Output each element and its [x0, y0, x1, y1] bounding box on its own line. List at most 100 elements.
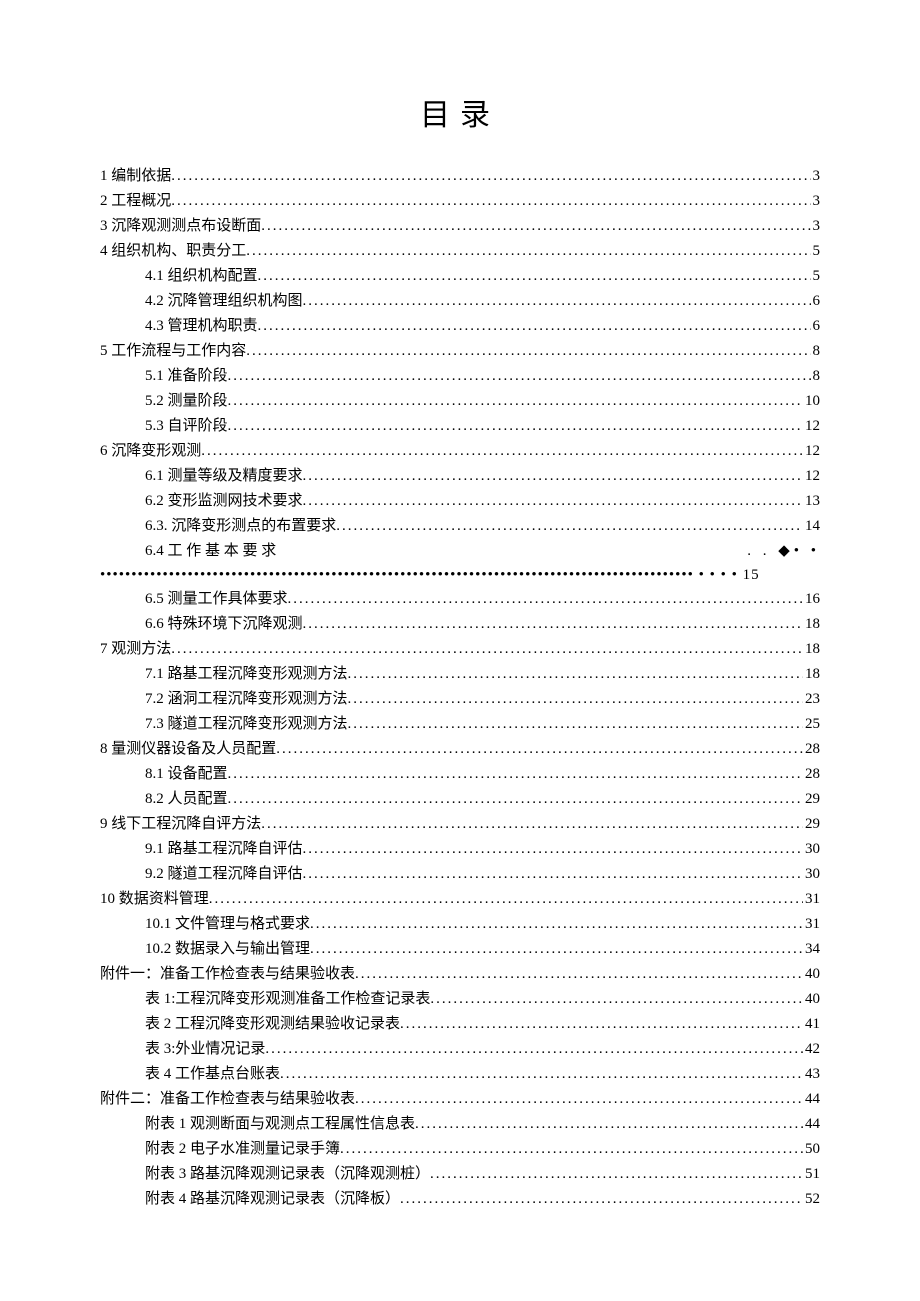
toc-dots — [310, 912, 803, 936]
toc-entry: 6.5 测量工作具体要求 16 — [100, 587, 820, 611]
toc-entry-page: 43 — [803, 1062, 820, 1086]
toc-dots — [171, 189, 810, 213]
toc-entry: 6.2 变形监测网技术要求13 — [100, 489, 820, 513]
toc-entry-text: 表 1:工程沉降变形观测准备工作检查记录表 — [145, 987, 430, 1011]
toc-entry: 8.2 人员配置 29 — [100, 787, 820, 811]
toc-entry-page: 3 — [811, 189, 821, 213]
toc-entry-text: 附表 4 路基沉降观测记录表（沉降板） — [145, 1187, 400, 1211]
toc-dots — [258, 264, 811, 288]
toc-dots — [288, 587, 803, 611]
toc-entry-text: 2 工程概况 — [100, 189, 171, 213]
toc-entry-text: 8.1 设备配置 — [145, 762, 228, 786]
toc-dots — [228, 414, 803, 438]
toc-dots — [303, 862, 803, 886]
toc-entry-page: 16 — [803, 587, 820, 611]
toc-entry-text: 9.2 隧道工程沉降自评估 — [145, 862, 303, 886]
toc-dots — [228, 389, 803, 413]
toc-entry-continuation: ••••••••••••••••••••••••••••••••••••••••… — [100, 563, 820, 587]
toc-entry-text: 6.6 特殊环境下沉降观测 — [145, 612, 303, 636]
toc-entry-text: 7.3 隧道工程沉降变形观测方法 — [145, 712, 348, 736]
toc-entry: 8 量测仪器设备及人员配置28 — [100, 737, 820, 761]
toc-entry-text: 5 工作流程与工作内容 — [100, 339, 246, 363]
toc-entry: 表 4 工作基点台账表43 — [100, 1062, 820, 1086]
toc-dots — [430, 1162, 803, 1186]
toc-entry: 表 1:工程沉降变形观测准备工作检查记录表 40 — [100, 987, 820, 1011]
toc-entry-page: 51 — [803, 1162, 820, 1186]
toc-dots — [258, 314, 811, 338]
toc-entry-page: 8 — [811, 364, 821, 388]
toc-entry-text: 6.2 变形监测网技术要求 — [145, 489, 303, 513]
toc-entry-text: 表 2 工程沉降变形观测结果验收记录表 — [145, 1012, 400, 1036]
toc-entry-text: 4.3 管理机构职责 — [145, 314, 258, 338]
toc-entry-text: 6.4 工 作 基 本 要 求 — [145, 539, 705, 563]
toc-dots — [246, 339, 810, 363]
toc-entry-page: 31 — [803, 912, 820, 936]
toc-entry-page: 5 — [811, 239, 821, 263]
toc-entry-page: 40 — [803, 987, 820, 1011]
toc-entry-page: 29 — [803, 787, 820, 811]
toc-entry: 附表 2 电子水准测量记录手簿50 — [100, 1137, 820, 1161]
toc-entry-text: 3 沉降观测测点布设断面 — [100, 214, 261, 238]
toc-dots — [303, 289, 811, 313]
page-title: 目录 — [100, 90, 820, 134]
toc-entry-text: 10 数据资料管理 — [100, 887, 209, 911]
toc-entry: 7.2 涵洞工程沉降变形观测方法23 — [100, 687, 820, 711]
toc-entry-page: 25 — [803, 712, 820, 736]
toc-entry-text: 6.1 测量等级及精度要求 — [145, 464, 303, 488]
toc-dots — [228, 787, 803, 811]
toc-entry: 10.1 文件管理与格式要求 31 — [100, 912, 820, 936]
toc-entry-page: 52 — [803, 1187, 820, 1211]
toc-entry: 2 工程概况 3 — [100, 189, 820, 213]
toc-entry-text: 7.2 涵洞工程沉降变形观测方法 — [145, 687, 348, 711]
toc-entry-text: 6.5 测量工作具体要求 — [145, 587, 288, 611]
toc-dots — [303, 837, 803, 861]
toc-entry-text: 附件二：准备工作检查表与结果验收表 — [100, 1087, 355, 1111]
toc-entry-text: 附表 1 观测断面与观测点工程属性信息表 — [145, 1112, 415, 1136]
toc-entry-page: 42 — [803, 1037, 820, 1061]
toc-entry-text: 附件一：准备工作检查表与结果验收表 — [100, 962, 355, 986]
toc-entry: 5.3 自评阶段 12 — [100, 414, 820, 438]
toc-dots — [430, 987, 803, 1011]
table-of-contents: 1 编制依据32 工程概况33 沉降观测测点布设断面34 组织机构、职责分工54… — [100, 164, 820, 1211]
toc-entry-page: 3 — [811, 214, 821, 238]
toc-dots — [261, 214, 810, 238]
toc-entry-text: 10.1 文件管理与格式要求 — [145, 912, 310, 936]
toc-entry: 9.1 路基工程沉降自评估30 — [100, 837, 820, 861]
toc-entry: 4.1 组织机构配置 5 — [100, 264, 820, 288]
toc-entry-text: 6 沉降变形观测 — [100, 439, 201, 463]
toc-entry: 5.1 准备阶段8 — [100, 364, 820, 388]
toc-entry-page: 18 — [803, 662, 820, 686]
toc-entry: 7 观测方法 18 — [100, 637, 820, 661]
toc-entry-text: 10.2 数据录入与输出管理 — [145, 937, 310, 961]
toc-dots — [228, 364, 811, 388]
toc-entry-page: 5 — [811, 264, 821, 288]
toc-entry: 表 3:外业情况记录42 — [100, 1037, 820, 1061]
toc-entry-page: 12 — [803, 414, 820, 438]
toc-dots — [348, 712, 803, 736]
toc-entry-text: 8.2 人员配置 — [145, 787, 228, 811]
toc-entry-page: 44 — [803, 1112, 820, 1136]
toc-dots — [415, 1112, 803, 1136]
toc-entry-text: 9 线下工程沉降自评方法 — [100, 812, 261, 836]
toc-entry-text: 6.3. 沉降变形测点的布置要求 — [145, 514, 336, 538]
toc-entry-page: 28 — [803, 762, 820, 786]
toc-dots — [355, 1087, 803, 1111]
toc-dots — [340, 1137, 803, 1161]
toc-dots — [261, 812, 803, 836]
toc-dots — [336, 514, 803, 538]
toc-entry: 7.1 路基工程沉降变形观测方法18 — [100, 662, 820, 686]
toc-entry-page: 10 — [803, 389, 820, 413]
toc-entry-text: 4 组织机构、职责分工 — [100, 239, 246, 263]
toc-entry: 7.3 隧道工程沉降变形观测方法 25 — [100, 712, 820, 736]
toc-dots — [348, 687, 803, 711]
toc-dots — [209, 887, 803, 911]
toc-entry-text: 5.3 自评阶段 — [145, 414, 228, 438]
toc-entry: 附表 1 观测断面与观测点工程属性信息表 44 — [100, 1112, 820, 1136]
toc-entry: 10 数据资料管理31 — [100, 887, 820, 911]
toc-dots — [310, 937, 803, 961]
toc-entry-text: 7 观测方法 — [100, 637, 171, 661]
toc-entry-page: 50 — [803, 1137, 820, 1161]
toc-entry-page: 18 — [803, 637, 820, 661]
toc-entry-text: 4.1 组织机构配置 — [145, 264, 258, 288]
toc-entry: 附件一：准备工作检查表与结果验收表40 — [100, 962, 820, 986]
